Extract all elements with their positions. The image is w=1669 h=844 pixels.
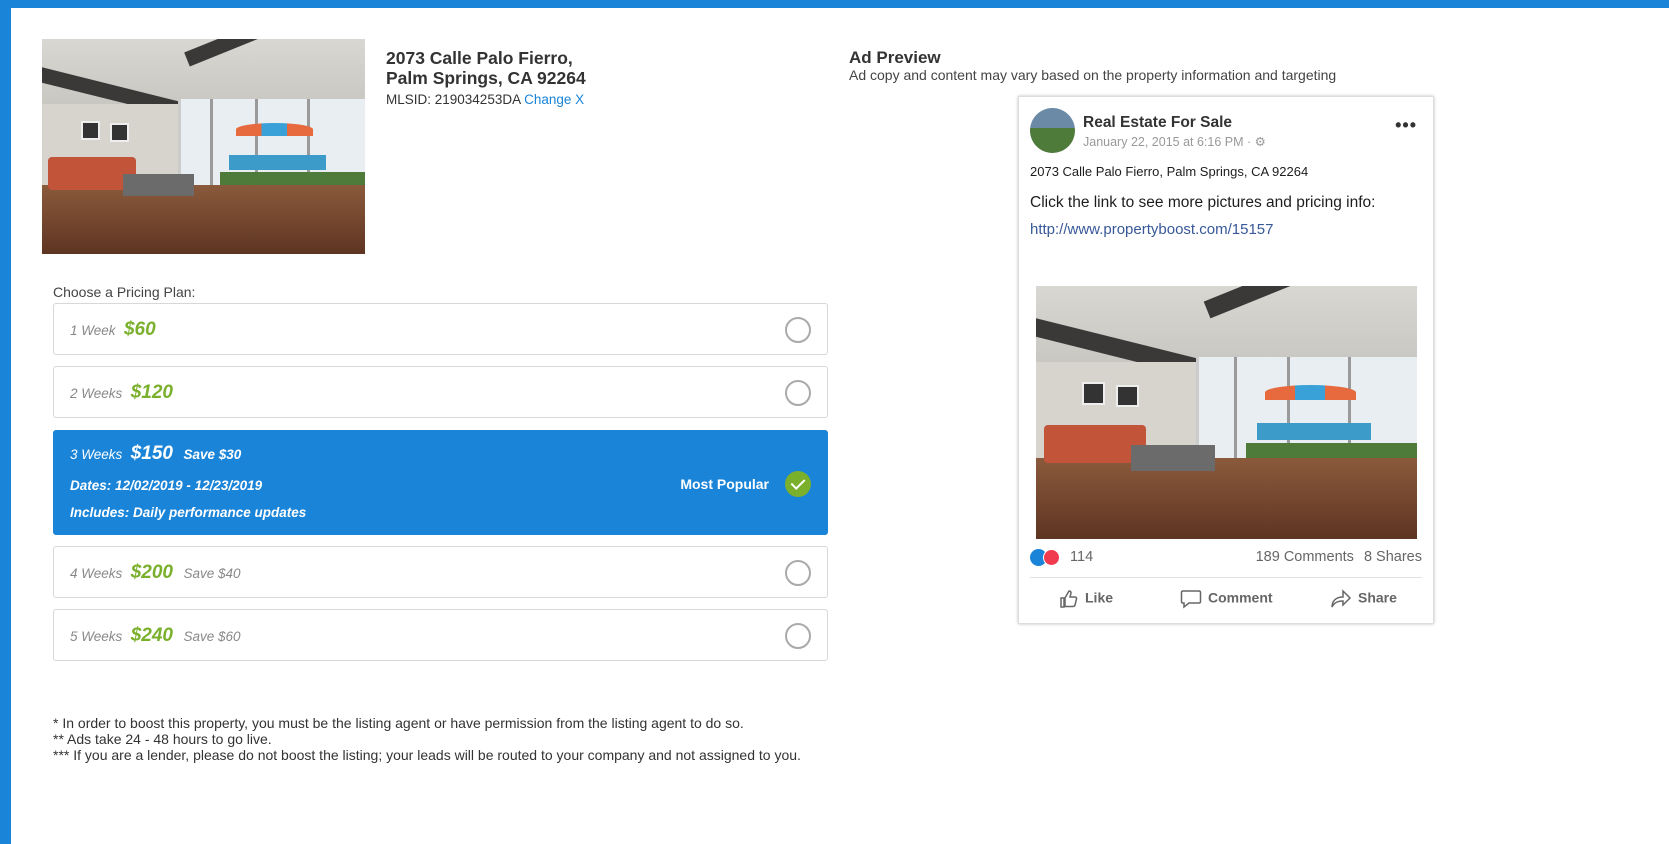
note-line: *** If you are a lender, please do not b… — [53, 747, 801, 763]
radio-button[interactable] — [785, 317, 811, 343]
post-cta: Click the link to see more pictures and … — [1030, 194, 1376, 211]
mlsid-label: MLSID: 219034253DA — [386, 92, 521, 107]
reactions[interactable]: 114 — [1030, 549, 1093, 566]
plan-4-weeks[interactable]: 4 Weeks $200 Save $40 — [53, 546, 828, 598]
radio-button[interactable] — [785, 560, 811, 586]
plan-includes: Includes: Daily performance updates — [70, 505, 307, 520]
plan-price: $120 — [130, 382, 174, 403]
plan-duration: 1 Week — [70, 323, 116, 338]
plan-savings: Save $60 — [183, 629, 241, 644]
facebook-post-preview: Real Estate For Sale January 22, 2015 at… — [1018, 96, 1434, 624]
radio-button[interactable] — [785, 623, 811, 649]
plan-3-weeks[interactable]: 3 Weeks $150 Save $30 Dates: 12/02/2019 … — [53, 430, 828, 535]
share-icon — [1331, 589, 1352, 608]
post-link[interactable]: http://www.propertyboost.com/15157 — [1030, 221, 1273, 238]
plan-5-weeks[interactable]: 5 Weeks $240 Save $60 — [53, 609, 828, 661]
note-line: ** Ads take 24 - 48 hours to go live. — [53, 731, 272, 747]
plan-duration: 2 Weeks — [70, 386, 123, 401]
share-count[interactable]: 8 Shares — [1364, 549, 1422, 565]
divider — [1030, 577, 1422, 578]
comment-button[interactable]: Comment — [1180, 589, 1273, 609]
plan-price: $200 — [130, 562, 174, 583]
main-panel: 2073 Calle Palo Fierro, Palm Springs, CA… — [11, 8, 1669, 844]
post-date: January 22, 2015 at 6:16 PM · ⚙ — [1083, 135, 1266, 149]
plan-duration: 4 Weeks — [70, 566, 123, 581]
plan-savings: Save $40 — [183, 566, 241, 581]
post-address: 2073 Calle Palo Fierro, Palm Springs, CA… — [1030, 164, 1309, 179]
like-label: Like — [1085, 589, 1114, 606]
check-icon[interactable] — [785, 471, 811, 497]
plan-duration: 5 Weeks — [70, 629, 123, 644]
radio-button[interactable] — [785, 380, 811, 406]
reaction-count: 114 — [1070, 549, 1094, 566]
plan-1-week[interactable]: 1 Week $60 — [53, 303, 828, 355]
disclaimer-notes: * In order to boost this property, you m… — [53, 715, 823, 763]
engagement-counts: 189 Comments 8 Shares — [1256, 549, 1422, 565]
note-line: * In order to boost this property, you m… — [53, 715, 744, 731]
most-popular-badge: Most Popular — [680, 476, 769, 492]
ad-preview-title: Ad Preview — [849, 48, 941, 67]
comment-icon — [1180, 590, 1202, 609]
property-photo — [42, 39, 365, 254]
thumbs-up-icon — [1060, 590, 1078, 608]
share-button[interactable]: Share — [1330, 589, 1397, 609]
love-reaction-icon — [1043, 549, 1060, 566]
plan-dates: Dates: 12/02/2019 - 12/23/2019 — [70, 478, 263, 493]
address-line-2: Palm Springs, CA 92264 — [386, 68, 586, 88]
pricing-heading: Choose a Pricing Plan: — [53, 284, 196, 300]
plan-price: $240 — [130, 625, 174, 646]
like-button[interactable]: Like — [1059, 589, 1113, 609]
comment-count[interactable]: 189 Comments — [1256, 549, 1354, 565]
plan-duration: 3 Weeks — [70, 447, 123, 462]
plan-savings: Save $30 — [183, 447, 242, 462]
post-photo — [1036, 286, 1417, 539]
mlsid: MLSID: 219034253DA Change X — [386, 92, 584, 107]
ad-preview-subtitle: Ad copy and content may vary based on th… — [849, 67, 1337, 83]
plan-price: $60 — [123, 319, 156, 340]
more-options-icon[interactable]: ••• — [1395, 115, 1417, 136]
address-line-1: 2073 Calle Palo Fierro, — [386, 48, 573, 68]
page-name: Real Estate For Sale — [1083, 114, 1233, 131]
comment-label: Comment — [1208, 589, 1273, 606]
plan-2-weeks[interactable]: 2 Weeks $120 — [53, 366, 828, 418]
property-address: 2073 Calle Palo Fierro, Palm Springs, CA… — [386, 48, 586, 88]
page-avatar — [1030, 108, 1075, 153]
plan-price: $150 — [130, 443, 174, 464]
share-label: Share — [1358, 589, 1397, 606]
change-property-link[interactable]: Change X — [524, 92, 584, 107]
